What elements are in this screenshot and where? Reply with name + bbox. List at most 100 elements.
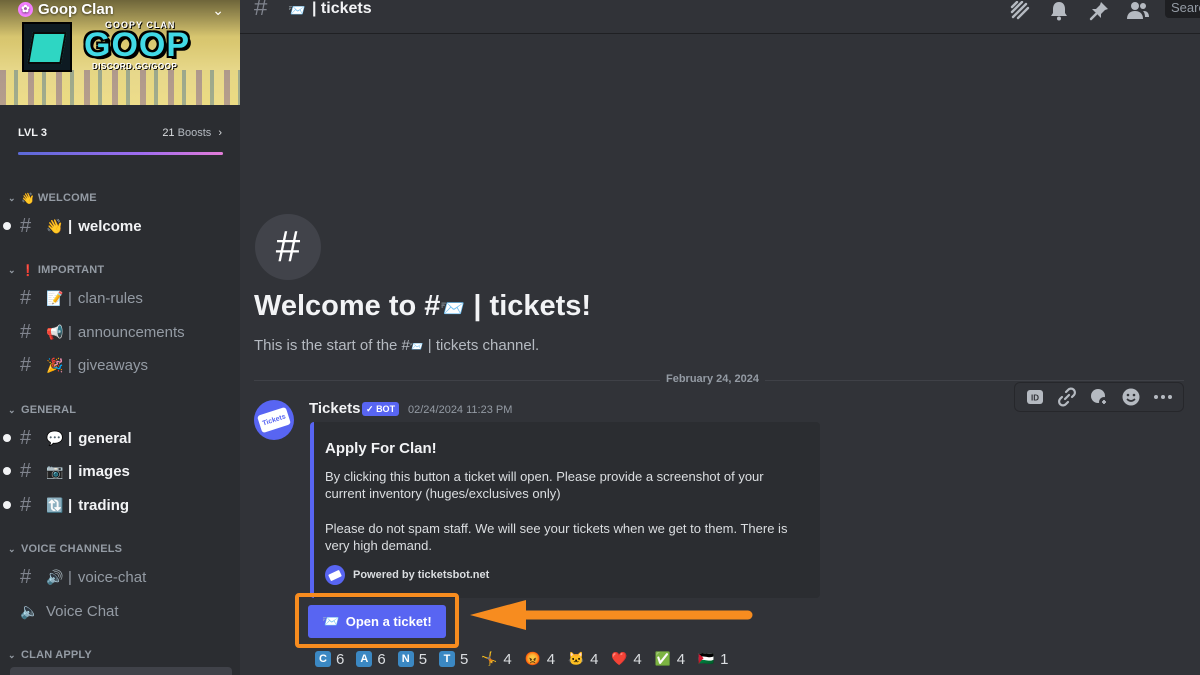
channel-label: clan-rules — [77, 289, 143, 307]
channel-clan-rules[interactable]: # 📝 | clan-rules — [8, 283, 232, 313]
more-icon[interactable] — [1151, 385, 1175, 409]
chevron-down-icon[interactable]: ⌄ — [212, 2, 224, 19]
category-welcome[interactable]: ⌄ 👋 WELCOME — [8, 190, 97, 206]
channel-voice-chat[interactable]: 🔈 Voice Chat — [8, 596, 232, 626]
message-embed: Apply For Clan! By clicking this button … — [310, 422, 820, 598]
embed-title: Apply For Clan! — [325, 440, 437, 457]
channel-sidebar: GOOPY CLAN GOOP DISCORD.GG/GOOP ✿ Goop C… — [0, 0, 240, 675]
message-actions-toolbar: ID — [1014, 382, 1184, 412]
reaction-check[interactable]: ✅ 4 — [651, 647, 694, 671]
channel-trading[interactable]: # 🔃 | trading — [3, 490, 232, 520]
boost-count: 21 Boosts › — [162, 127, 222, 139]
channel-header: # 📨 | tickets — [240, 0, 1200, 34]
channel-title: | tickets — [312, 0, 372, 17]
channel-hash-icon: # — [255, 214, 321, 280]
category-important[interactable]: ⌄ ❗ IMPORTANT — [8, 262, 104, 278]
message-author[interactable]: Tickets — [309, 400, 360, 417]
chevron-down-icon: ⌄ — [8, 649, 16, 660]
banner-logo-icon — [22, 22, 72, 72]
reaction-emoji[interactable]: 🤸 4 — [477, 647, 520, 671]
unread-indicator — [3, 434, 11, 442]
channel-start-text: This is the start of the #📨 | tickets ch… — [254, 337, 540, 354]
threads-icon[interactable] — [1007, 0, 1031, 22]
reaction-t[interactable]: T5 — [436, 647, 477, 671]
speaker-icon: 🔈 — [20, 603, 39, 620]
banner-invite-text: DISCORD.GG/GOOP — [92, 62, 178, 71]
hash-icon: # — [20, 493, 32, 516]
server-name: Goop Clan — [38, 1, 114, 18]
link-icon[interactable] — [1055, 385, 1079, 409]
channel-label: voice-chat — [77, 568, 147, 586]
open-ticket-button[interactable]: 📨 Open a ticket! — [308, 605, 446, 638]
hash-icon: # — [20, 353, 32, 376]
banner-big-text: GOOP — [84, 26, 191, 64]
svg-text:ID: ID — [1031, 394, 1039, 403]
ticketsbot-icon — [325, 565, 345, 585]
message-timestamp: 02/24/2024 11:23 PM — [408, 404, 513, 416]
channel-giveaways[interactable]: # 🎉 | giveaways — [8, 350, 232, 380]
avatar[interactable]: Tickets — [254, 400, 294, 440]
hash-icon: # — [20, 426, 32, 449]
hash-icon: # — [20, 214, 32, 237]
embed-footer: Powered by ticketsbot.net — [325, 565, 489, 585]
selected-channel-row[interactable] — [10, 667, 232, 675]
bot-badge: ✓ BOT — [362, 402, 400, 416]
date-divider-label: February 24, 2024 — [660, 373, 765, 385]
arrow-pointer-icon — [470, 600, 753, 630]
channel-label: welcome — [78, 217, 142, 235]
channel-welcome-heading: Welcome to #📨 | tickets! — [254, 290, 592, 322]
members-icon[interactable] — [1126, 0, 1150, 22]
hash-icon: # — [20, 459, 32, 482]
open-ticket-label: Open a ticket! — [345, 614, 432, 629]
unread-indicator — [3, 501, 11, 509]
reactions-bar: C6 A6 N5 T5 🤸 4 😡 4 🐱 4 ❤️ 4 ✅ 4 🇵🇸 1 — [312, 647, 737, 673]
envelope-icon: 📨 — [322, 613, 340, 629]
chevron-right-icon: › — [218, 127, 222, 139]
embed-footer-text: Powered by ticketsbot.net — [353, 569, 490, 581]
search-input[interactable]: Search — [1165, 0, 1200, 18]
reaction-flag[interactable]: 🇵🇸 1 — [694, 647, 737, 671]
reply-icon[interactable] — [1087, 385, 1111, 409]
boost-progress-row[interactable]: LVL 3 21 Boosts › — [18, 125, 222, 141]
ticket-avatar-icon: Tickets — [256, 406, 292, 434]
category-voice-channels[interactable]: ⌄ VOICE CHANNELS — [8, 541, 122, 557]
channel-label: announcements — [77, 323, 185, 341]
server-name-button[interactable]: ✿ Goop Clan — [18, 1, 114, 18]
chevron-down-icon: ⌄ — [8, 192, 16, 203]
embed-description: By clicking this button a ticket will op… — [325, 469, 764, 501]
category-general[interactable]: ⌄ GENERAL — [8, 402, 76, 418]
channel-voice-chat-text[interactable]: # 🔊 | voice-chat — [8, 562, 232, 592]
reaction-c[interactable]: C6 — [312, 647, 353, 671]
hash-icon: # — [20, 286, 32, 309]
hash-icon: # — [20, 320, 32, 343]
server-badge-icon: ✿ — [18, 2, 33, 17]
reaction-n[interactable]: N5 — [395, 647, 436, 671]
bell-icon[interactable] — [1047, 0, 1071, 22]
channel-label: giveaways — [77, 356, 148, 374]
app-id-icon[interactable]: ID — [1023, 385, 1047, 409]
reaction-heart[interactable]: ❤️ 4 — [607, 647, 650, 671]
channel-label: general — [78, 429, 132, 447]
chevron-down-icon: ⌄ — [8, 264, 16, 275]
channel-general[interactable]: # 💬 | general — [3, 423, 232, 453]
unread-indicator — [3, 467, 11, 475]
pin-icon[interactable] — [1087, 0, 1111, 22]
reaction-emoji[interactable]: 😡 4 — [521, 647, 564, 671]
server-banner[interactable]: GOOPY CLAN GOOP DISCORD.GG/GOOP ✿ Goop C… — [0, 0, 240, 105]
reaction-a[interactable]: A6 — [353, 647, 394, 671]
emoji-icon[interactable] — [1119, 385, 1143, 409]
embed-description: Please do not spam staff. We will see yo… — [325, 521, 788, 553]
boost-level: LVL 3 — [18, 127, 47, 139]
boost-progress-bar — [18, 152, 223, 155]
check-icon: ✓ — [366, 404, 374, 414]
reaction-emoji[interactable]: 🐱 4 — [564, 647, 607, 671]
hash-icon: # — [254, 0, 268, 21]
category-clan-apply[interactable]: ⌄ CLAN APPLY — [8, 647, 92, 663]
channel-label: images — [78, 462, 130, 480]
chevron-down-icon: ⌄ — [8, 543, 16, 554]
channel-emoji: 📨 — [288, 2, 306, 18]
channel-announcements[interactable]: # 📢 | announcements — [8, 317, 232, 347]
channel-images[interactable]: # 📷 | images — [3, 456, 232, 486]
channel-label: trading — [78, 496, 130, 514]
channel-welcome[interactable]: # 👋 | welcome — [3, 211, 232, 241]
